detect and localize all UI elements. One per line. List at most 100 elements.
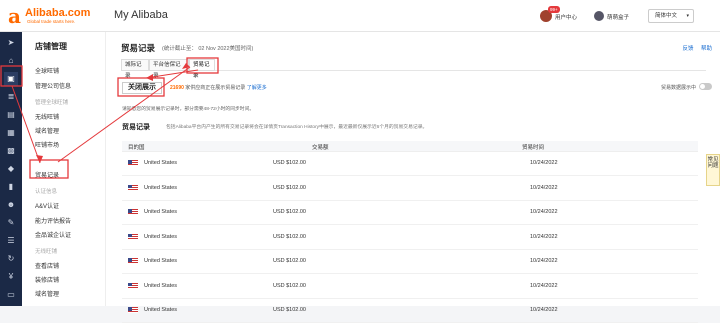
us-flag-icon (128, 184, 138, 191)
language-value: 简体中文 (655, 13, 678, 19)
user-menu[interactable]: 萌萌盒子 (594, 9, 640, 23)
cell-date: 10/24/2022 (530, 209, 558, 215)
store-icon[interactable]: ▣ (4, 72, 18, 86)
cell-country: United States (144, 209, 178, 215)
nav-section-manage: 管理全球旺铺 (35, 100, 69, 106)
header-links: 反馈 帮助 (676, 44, 712, 52)
app-title[interactable]: My Alibaba (114, 9, 168, 21)
user-name: 萌萌盒子 (607, 15, 630, 21)
main-content: 贸易记录 (统计截止至： 02 Nov 2022美国时间) 反馈 帮助 城际记录… (106, 32, 720, 323)
nav-section-mobile: 无线旺铺 (35, 249, 58, 255)
table-row: United States USD $102.00 10/24/2022 (122, 275, 698, 299)
learn-more-link[interactable]: 了解更多 (247, 85, 267, 91)
close-display-button[interactable]: 关闭展示 (122, 82, 162, 94)
cell-amount: USD $102.00 (272, 209, 306, 215)
column-header-country: 目的国 (128, 145, 145, 151)
nav-item-global-store[interactable]: 全球旺铺 (35, 66, 59, 75)
column-header-amount: 交易额 (312, 145, 329, 151)
nav-item-domain[interactable]: 域名管理 (35, 126, 59, 135)
home-icon[interactable]: ⌂ (4, 54, 18, 68)
nav-item-view-store[interactable]: 查看店铺 (35, 261, 59, 270)
cell-country: United States (144, 307, 178, 313)
us-flag-icon (128, 160, 138, 166)
notice-count: 21690 (170, 85, 184, 91)
cell-date: 10/24/2022 (530, 282, 558, 289)
nav-item-store-market[interactable]: 旺铺市场 (35, 140, 59, 149)
nav-item-domain-2[interactable]: 域名管理 (35, 289, 59, 298)
showing-status: 贸易数据展示中 (660, 85, 696, 91)
icon-rail: ➤ ⌂ ▣ ≣ ▤ ▦ ▩ ◆ ▮ ☻ ✎ ☰ ↻ ¥ ▭ (0, 32, 22, 306)
display-toggle[interactable] (699, 83, 712, 90)
notice-text: 21690 家供应商正在展示贸易记录 了解更多 (170, 84, 267, 91)
logo-text: Alibaba.com (25, 7, 91, 19)
chart-icon[interactable]: ▮ (4, 180, 18, 194)
cell-amount: USD $102.00 (272, 282, 306, 289)
us-flag-icon (128, 282, 138, 289)
cell-amount: USD $102.00 (272, 258, 306, 264)
cell-date: 10/24/2022 (530, 258, 558, 264)
us-flag-icon (128, 307, 138, 313)
cell-amount: USD $102.00 (272, 184, 306, 191)
tab-assurance-records[interactable]: 平台信保记录 (149, 59, 189, 79)
table-row: United States USD $102.00 10/24/2022 (122, 299, 698, 323)
nav-item-company-info[interactable]: 管理公司信息 (35, 81, 71, 90)
user-center[interactable]: 99+ 用户中心 (540, 6, 580, 23)
list-icon[interactable]: ≣ (4, 90, 18, 104)
table-header: 目的国 交易额 贸易时间 (122, 141, 698, 152)
table-row: United States USD $102.00 10/24/2022 (122, 226, 698, 250)
cell-amount: USD $102.00 (272, 307, 306, 313)
left-nav: 店铺管理 全球旺铺 管理公司信息 管理全球旺铺 无线旺铺 域名管理 旺铺市场 贸… (22, 32, 106, 306)
nav-item-gold-cert[interactable]: 金品诚企认证 (35, 230, 71, 239)
people-icon[interactable]: ☻ (4, 198, 18, 212)
feedback-link[interactable]: 反馈 (682, 46, 693, 52)
grid-icon[interactable]: ▦ (4, 126, 18, 140)
us-flag-icon (128, 209, 138, 215)
tab-trade-records[interactable]: 贸易记录 (189, 59, 215, 79)
nav-item-trade-records[interactable]: 贸易记录 (35, 170, 59, 179)
table-row: United States USD $102.00 10/24/2022 (122, 152, 698, 176)
tool-icon[interactable]: ✎ (4, 216, 18, 230)
box-icon[interactable]: ▤ (4, 108, 18, 122)
logo-tagline: Global trade starts here. (27, 19, 76, 24)
cell-date: 10/24/2022 (530, 233, 558, 240)
nav-item-mobile-store[interactable]: 无线旺铺 (35, 112, 59, 121)
column-header-date: 贸易时间 (522, 145, 545, 151)
cell-country: United States (144, 282, 178, 289)
grid-icon[interactable]: ▩ (4, 144, 18, 158)
nav-item-assessment[interactable]: 能力评估报告 (35, 216, 71, 225)
doc-icon[interactable]: ☰ (4, 234, 18, 248)
logo-mark: a (8, 4, 21, 28)
records-description: 包括Alibaba平台内产生的所有交易记录将会在详情页Transaction H… (166, 125, 428, 130)
cell-country: United States (144, 233, 178, 240)
table-row: United States USD $102.00 10/24/2022 (122, 201, 698, 225)
table-row: United States USD $102.00 10/24/2022 (122, 250, 698, 274)
cell-country: United States (144, 258, 178, 264)
cell-date: 10/24/2022 (530, 307, 558, 313)
cell-date: 10/24/2022 (530, 160, 558, 166)
user-center-label: 用户中心 (555, 15, 578, 21)
tab-city-records[interactable]: 城际记录 (121, 59, 149, 79)
sync-hint: 请知悉您的贸易展示记录时，部分需要48-72小时的同步时间。 (122, 107, 255, 112)
nav-section-certification: 认证信息 (35, 189, 58, 195)
notification-badge: 99+ (548, 6, 560, 13)
money-icon[interactable]: ¥ (4, 270, 18, 284)
avatar (594, 11, 604, 21)
nav-item-av-cert[interactable]: A&V认证 (35, 201, 59, 210)
table-row: United States USD $102.00 10/24/2022 (122, 177, 698, 201)
notice-label: 家供应商正在展示贸易记录 (185, 85, 246, 91)
us-flag-icon (128, 258, 138, 264)
cell-date: 10/24/2022 (530, 184, 558, 191)
send-icon[interactable]: ➤ (4, 36, 18, 50)
help-link[interactable]: 帮助 (701, 46, 712, 52)
tab-bar: 城际记录 平台信保记录 贸易记录 (121, 59, 706, 79)
nav-item-decorate[interactable]: 装修店铺 (35, 275, 59, 284)
tag-icon[interactable]: ◆ (4, 162, 18, 176)
faq-widget[interactable]: 常见问题 (706, 154, 720, 186)
page-title: 贸易记录 (121, 43, 156, 53)
language-select[interactable]: 简体中文 ▾ (648, 9, 694, 23)
alibaba-logo[interactable]: a Alibaba.com Global trade starts here. (8, 4, 100, 28)
refresh-icon[interactable]: ↻ (4, 252, 18, 266)
nav-heading: 店铺管理 (35, 42, 67, 51)
cell-country: United States (144, 160, 178, 166)
calendar-icon[interactable]: ▭ (4, 288, 18, 302)
